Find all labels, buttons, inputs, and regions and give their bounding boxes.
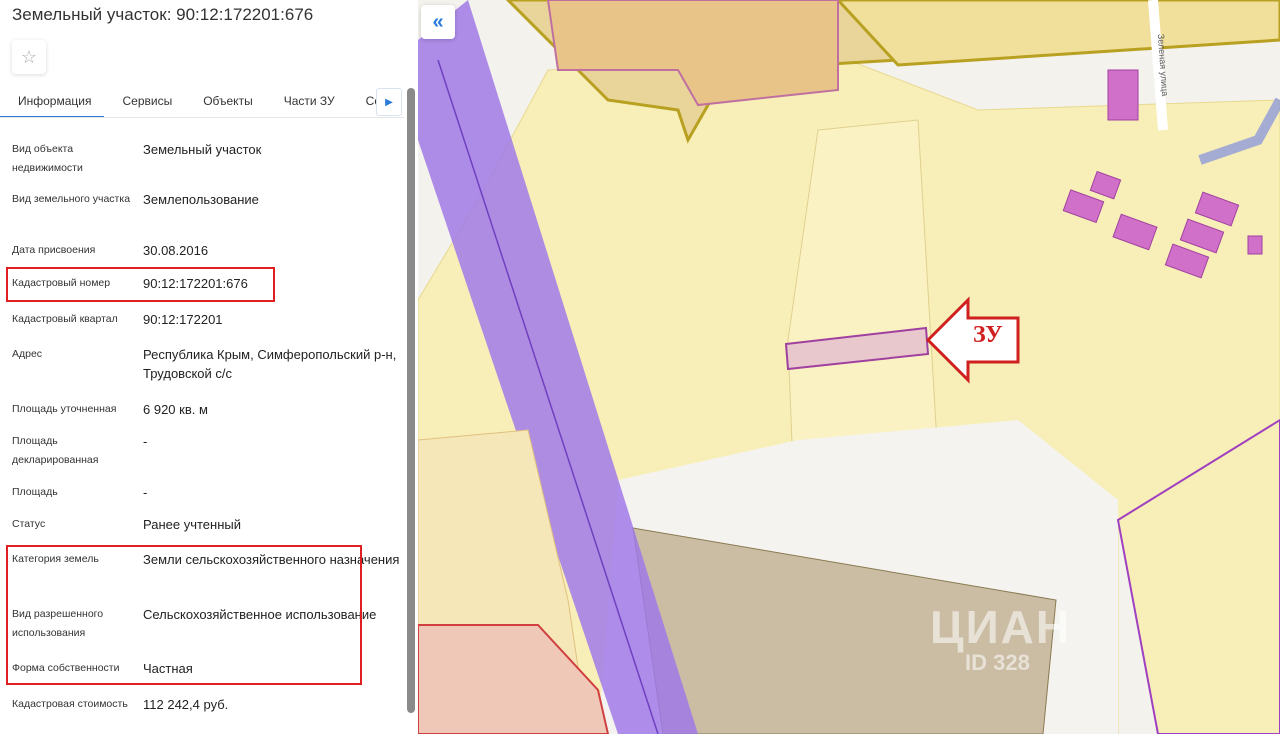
caret-right-icon: ▶ <box>385 96 393 108</box>
field-value: - <box>143 485 148 500</box>
field-label: Площадь <box>12 486 58 498</box>
annotation-label: ЗУ <box>973 322 1003 348</box>
field-value: - <box>143 434 148 449</box>
map-canvas <box>418 0 1280 734</box>
highlight-cadastral-number <box>6 267 275 302</box>
field-label: Площадь декларированная <box>12 435 99 466</box>
field-value: 90:12:172201 <box>143 312 223 327</box>
page-title: Земельный участок: 90:12:172201:676 <box>12 5 314 24</box>
watermark-logo: ЦИАН <box>930 601 1072 653</box>
field-label: Площадь уточненная <box>12 403 117 415</box>
field-value: Ранее учтенный <box>143 517 241 532</box>
parcel-area-north-right <box>835 0 1280 67</box>
field-value: 6 920 кв. м <box>143 402 208 417</box>
favorite-button[interactable]: ☆ <box>12 40 46 74</box>
star-icon: ☆ <box>20 46 38 67</box>
info-panel: Земельный участок: 90:12:172201:676 ☆ Ин… <box>0 0 418 734</box>
field-label: Статус <box>12 518 46 530</box>
tab-objects[interactable]: Объекты <box>185 84 266 117</box>
field-value: Землепользование <box>143 192 259 207</box>
double-chevron-left-icon: « <box>432 10 444 33</box>
tab-info[interactable]: Информация <box>0 84 105 117</box>
scrollbar[interactable] <box>407 88 415 713</box>
highlight-land-category <box>6 545 362 685</box>
field-label: Кадастровый квартал <box>12 313 118 325</box>
field-value: 112 242,4 руб. <box>143 697 229 712</box>
tab-bar: Информация Сервисы Объекты Части ЗУ Сост… <box>0 84 404 118</box>
field-label: Адрес <box>12 348 43 360</box>
cadastral-map[interactable] <box>418 0 1280 734</box>
field-value: Земельный участок <box>143 142 262 157</box>
tabs-next-button[interactable]: ▶ <box>376 88 402 116</box>
tab-parts[interactable]: Части ЗУ <box>266 84 348 117</box>
collapse-panel-button[interactable]: « <box>421 5 455 39</box>
tab-services[interactable]: Сервисы <box>104 84 185 117</box>
field-label: Кадастровая стоимость <box>12 698 128 710</box>
field-label: Вид объекта недвижимости <box>12 143 83 174</box>
field-label: Вид земельного участка <box>12 193 131 205</box>
field-label: Дата присвоения <box>12 244 96 256</box>
watermark-id: ID 328 <box>965 650 1030 675</box>
field-value: 30.08.2016 <box>143 243 209 258</box>
field-value: Республика Крым, Симферопольский р-н, Тр… <box>143 347 397 381</box>
